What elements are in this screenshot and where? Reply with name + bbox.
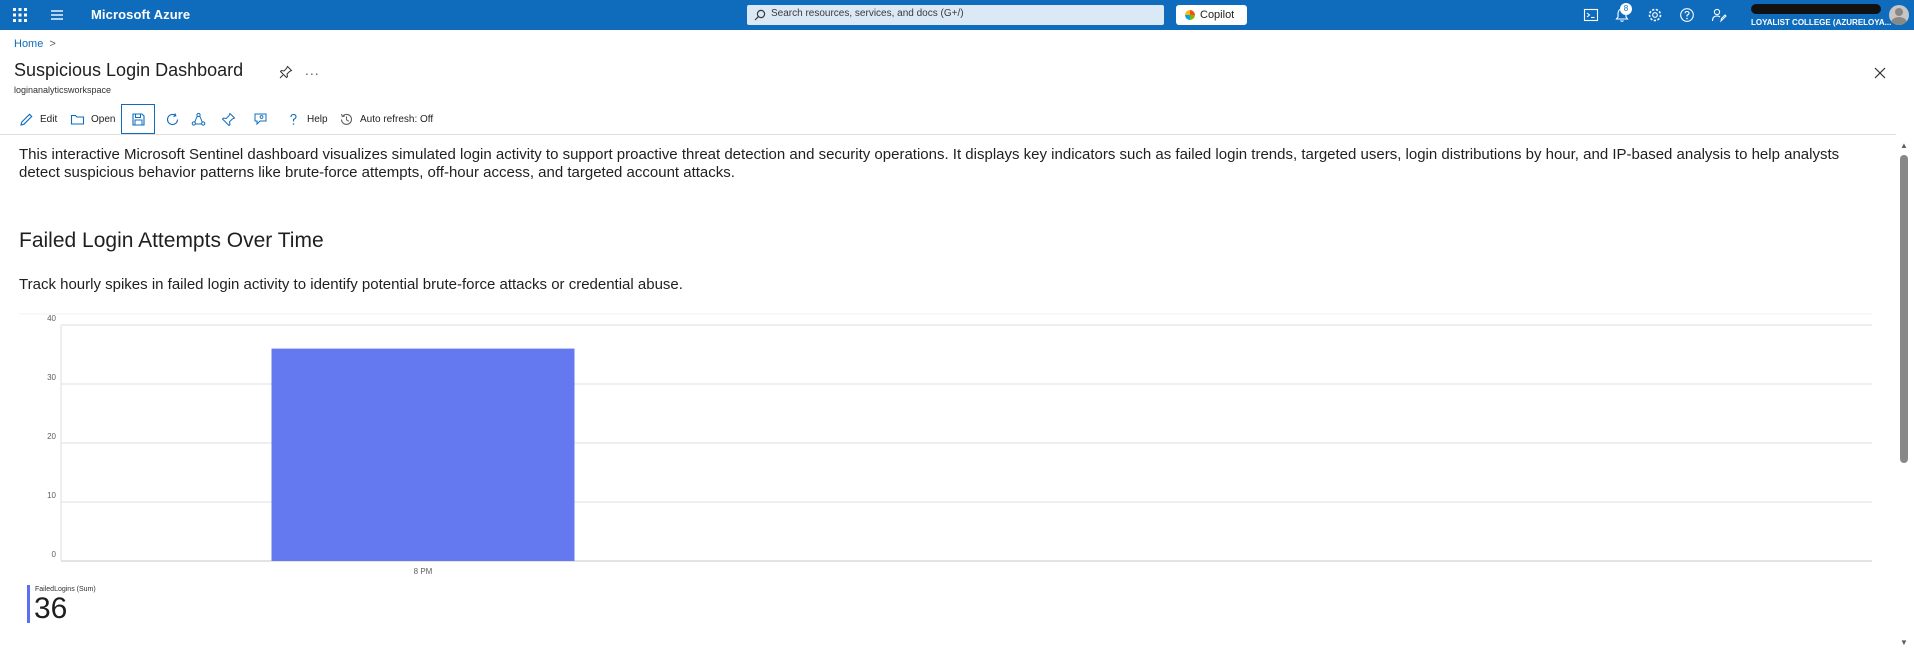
auto-refresh-button[interactable]: Auto refresh: Off <box>339 104 433 134</box>
redacted-email <box>1751 4 1881 14</box>
save-icon <box>131 112 145 126</box>
breadcrumb: Home > <box>14 38 56 50</box>
pin-icon <box>221 112 236 126</box>
feedback-button[interactable] <box>253 104 274 134</box>
y-tick-label: 20 <box>47 432 56 441</box>
edit-label: Edit <box>40 113 58 125</box>
breadcrumb-separator: > <box>49 38 56 50</box>
avatar[interactable] <box>1889 5 1909 25</box>
menu-icon[interactable] <box>50 8 64 22</box>
global-search[interactable]: Search resources, services, and docs (G+… <box>747 5 1164 25</box>
share-button[interactable] <box>191 104 212 134</box>
refresh-button[interactable] <box>165 104 186 134</box>
scroll-up-arrow[interactable]: ▲ <box>1900 141 1908 150</box>
search-input[interactable]: Search resources, services, and docs (G+… <box>771 8 964 19</box>
pin-to-dashboard-button[interactable] <box>221 104 242 134</box>
section-subtitle: Track hourly spikes in failed login acti… <box>19 276 683 293</box>
failed-logins-bar-chart: 0 10 20 30 40 8 PM <box>19 313 1872 576</box>
scroll-down-arrow[interactable]: ▼ <box>1900 638 1908 647</box>
folder-open-icon <box>70 114 85 125</box>
help-label: Help <box>307 113 328 125</box>
brand-title[interactable]: Microsoft Azure <box>91 7 190 22</box>
toolbar-divider <box>0 134 1896 135</box>
search-icon <box>754 9 766 21</box>
notification-count-badge: 8 <box>1620 3 1632 15</box>
azure-top-bar: Microsoft Azure Search resources, servic… <box>0 0 1914 30</box>
page-title: Suspicious Login Dashboard <box>14 60 244 80</box>
command-bar: Edit Open Help Auto refresh: Off <box>14 104 1894 134</box>
copilot-button[interactable]: Copilot <box>1176 5 1247 25</box>
settings-gear-icon[interactable] <box>1647 7 1663 23</box>
breadcrumb-home[interactable]: Home <box>14 38 43 50</box>
y-tick-label: 30 <box>47 373 56 382</box>
help-icon[interactable] <box>1679 7 1695 23</box>
account-org: LOYALIST COLLEGE (AZURELOYA... <box>1751 18 1892 27</box>
help-button[interactable]: Help <box>286 104 328 134</box>
refresh-icon <box>166 112 179 125</box>
cloud-shell-icon[interactable] <box>1583 7 1599 23</box>
save-button[interactable] <box>121 104 155 134</box>
kpi-series-color-bar <box>27 585 30 623</box>
close-icon[interactable] <box>1873 66 1887 80</box>
open-label: Open <box>91 113 116 125</box>
person-feedback-icon <box>254 113 267 125</box>
more-options-button[interactable]: ... <box>305 62 320 78</box>
page-subtitle: loginanalyticsworkspace <box>14 85 112 95</box>
pin-icon[interactable] <box>279 65 293 79</box>
account-info[interactable]: LOYALIST COLLEGE (AZURELOYA... <box>1751 2 1891 28</box>
vertical-scrollbar[interactable] <box>1900 155 1908 463</box>
section-title: Failed Login Attempts Over Time <box>19 229 324 252</box>
y-tick-label: 0 <box>52 550 57 559</box>
share-icon <box>191 112 206 126</box>
app-launcher-icon[interactable] <box>12 7 28 23</box>
y-tick-label: 10 <box>47 491 56 500</box>
pencil-icon <box>20 113 33 126</box>
history-icon <box>340 113 352 125</box>
y-tick-label: 40 <box>47 314 56 323</box>
bar <box>271 348 575 561</box>
x-tick-label: 8 PM <box>414 567 433 576</box>
copilot-label: Copilot <box>1200 9 1235 21</box>
question-mark-icon <box>290 113 297 125</box>
open-button[interactable]: Open <box>70 104 115 134</box>
copilot-icon <box>1185 10 1195 20</box>
feedback-icon[interactable] <box>1711 7 1727 23</box>
kpi-value: 36 <box>34 592 68 625</box>
auto-refresh-label: Auto refresh: Off <box>360 113 434 125</box>
dashboard-description: This interactive Microsoft Sentinel dash… <box>19 146 1840 181</box>
edit-button[interactable]: Edit <box>19 104 57 134</box>
